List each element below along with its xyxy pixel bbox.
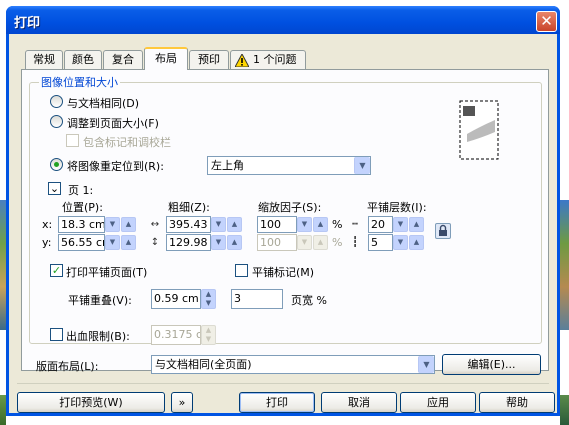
tile-overlap-spinner[interactable]: ▲ ▼ <box>201 289 216 309</box>
page-preview-icon <box>459 100 499 160</box>
tab-issues[interactable]: 1 个问题 <box>230 50 306 70</box>
radio-same-as-doc-label: 与文档相同(D) <box>67 97 140 110</box>
width-up-button[interactable]: ▲ <box>227 217 242 232</box>
scale-x-down-button[interactable]: ▼ <box>297 217 312 232</box>
imposition-label: 版面布局(L): <box>36 360 99 373</box>
print-preview-button[interactable]: 打印预览(W) <box>17 392 165 413</box>
tiles-y-up-button[interactable]: ▲ <box>409 235 424 250</box>
include-marks-checkbox[interactable] <box>66 134 79 147</box>
scale-column-label: 缩放因子(S): <box>258 201 322 214</box>
tile-overlap-input[interactable]: 0.59 cm <box>151 289 201 309</box>
tile-marks-label: 平铺标记(M) <box>252 266 315 279</box>
scale-x-up-button[interactable]: ▲ <box>313 217 328 232</box>
scale-y-down-button[interactable]: ▼ <box>297 235 312 250</box>
chevron-down-icon[interactable]: ▼ <box>354 157 370 174</box>
tile-marks-checkbox[interactable] <box>235 264 248 277</box>
print-dialog: 打印 ✕ 常规 颜色 复合 布局 预印 1 个问题 图像位置和大小 与文档相同(… <box>6 6 560 416</box>
tiles-y-input[interactable]: 5 <box>368 234 393 251</box>
bleed-limit-spinner[interactable]: ▲ ▼ <box>201 325 216 345</box>
close-button[interactable]: ✕ <box>536 11 557 32</box>
y-position-input[interactable]: 56.55 cm <box>58 234 105 251</box>
scale-y-percent: % <box>332 236 343 249</box>
x-position-input[interactable]: 18.3 cm <box>58 216 105 233</box>
apply-button[interactable]: 应用 <box>400 392 476 413</box>
lock-icon <box>439 224 447 236</box>
position-column-label: 位置(P): <box>62 201 103 214</box>
height-up-button[interactable]: ▲ <box>227 235 242 250</box>
title-bar[interactable]: 打印 ✕ <box>6 6 560 34</box>
height-arrow-icon: ↕ <box>150 237 160 248</box>
print-tiled-label: 打印平铺页面(T) <box>66 266 148 279</box>
radio-reposition-label: 将图像重定位到(R): <box>67 160 164 173</box>
cancel-button[interactable]: 取消 <box>321 392 397 413</box>
tiles-x-up-button[interactable]: ▲ <box>409 217 424 232</box>
page-label: 页 1: <box>68 184 94 197</box>
lock-ratio-button[interactable] <box>435 223 451 239</box>
include-marks-label: 包含标记和调校栏 <box>83 136 171 149</box>
page-collapse-toggle[interactable]: ⌄ <box>48 182 61 195</box>
radio-reposition[interactable] <box>50 158 63 171</box>
width-down-button[interactable]: ▼ <box>211 217 226 232</box>
dialog-client-area: 常规 颜色 复合 布局 预印 1 个问题 图像位置和大小 与文档相同(D) 调整… <box>9 34 557 413</box>
x-position-up-button[interactable]: ▲ <box>121 217 136 232</box>
tab-prepress[interactable]: 预印 <box>189 50 229 70</box>
tiles-horizontal-icon: ┅ <box>351 219 359 230</box>
tile-overlap-label: 平铺重叠(V): <box>68 294 132 307</box>
print-tiled-checkbox[interactable]: ✓ <box>50 264 63 277</box>
imposition-select[interactable]: 与文档相同(全页面) ▼ <box>151 355 435 374</box>
group-title: 图像位置和大小 <box>39 74 120 90</box>
page-width-percent-input[interactable]: 3 <box>231 289 283 309</box>
bleed-limit-label: 出血限制(B): <box>66 330 130 343</box>
bleed-limit-input[interactable]: 0.3175 cm <box>151 325 201 345</box>
radio-fit-to-page[interactable] <box>50 115 63 128</box>
tiles-x-input[interactable]: 20 <box>368 216 393 233</box>
tab-color[interactable]: 颜色 <box>64 50 102 70</box>
tiles-column-label: 平铺层数(I): <box>367 201 427 214</box>
chevron-down-icon: ⌄ <box>49 182 60 195</box>
bleed-limit-checkbox[interactable] <box>50 328 63 341</box>
size-column-label: 粗细(Z): <box>168 201 210 214</box>
page-width-label: 页宽 % <box>291 294 327 307</box>
scale-y-up-button[interactable]: ▲ <box>313 235 328 250</box>
tab-general[interactable]: 常规 <box>25 50 63 70</box>
x-position-down-button[interactable]: ▼ <box>105 217 120 232</box>
scale-x-input[interactable]: 100 <box>257 216 297 233</box>
y-label: y: <box>42 236 52 249</box>
print-button[interactable]: 打印 <box>239 392 315 413</box>
footer-separator <box>17 383 549 384</box>
help-button[interactable]: 帮助 <box>479 392 555 413</box>
close-icon: ✕ <box>540 12 553 30</box>
double-chevron-right-icon: » <box>178 396 186 409</box>
reposition-select[interactable]: 左上角 ▼ <box>207 156 371 175</box>
background-photo-bottom-right <box>560 395 569 425</box>
warning-icon <box>235 54 249 67</box>
tiles-y-down-button[interactable]: ▼ <box>393 235 408 250</box>
height-input[interactable]: 129.98 cm <box>166 234 211 251</box>
scale-y-input[interactable]: 100 <box>257 234 297 251</box>
y-position-down-button[interactable]: ▼ <box>105 235 120 250</box>
tiles-vertical-icon: ┇ <box>351 237 359 248</box>
radio-same-as-doc[interactable] <box>50 95 63 108</box>
scale-x-percent: % <box>332 218 343 231</box>
tiles-x-down-button[interactable]: ▼ <box>393 217 408 232</box>
dialog-title: 打印 <box>14 16 41 31</box>
width-arrow-icon: ↔ <box>150 219 160 230</box>
edit-imposition-button[interactable]: 编辑(E)... <box>442 354 541 375</box>
background-photo-right <box>560 200 569 330</box>
tab-layout[interactable]: 布局 <box>144 47 188 70</box>
y-position-up-button[interactable]: ▲ <box>121 235 136 250</box>
tab-composite[interactable]: 复合 <box>103 50 143 70</box>
width-input[interactable]: 395.43 cm <box>166 216 211 233</box>
height-down-button[interactable]: ▼ <box>211 235 226 250</box>
radio-fit-to-page-label: 调整到页面大小(F) <box>67 117 159 130</box>
x-label: x: <box>42 218 53 231</box>
chevron-down-icon[interactable]: ▼ <box>418 356 434 373</box>
expand-preview-button[interactable]: » <box>171 392 193 413</box>
